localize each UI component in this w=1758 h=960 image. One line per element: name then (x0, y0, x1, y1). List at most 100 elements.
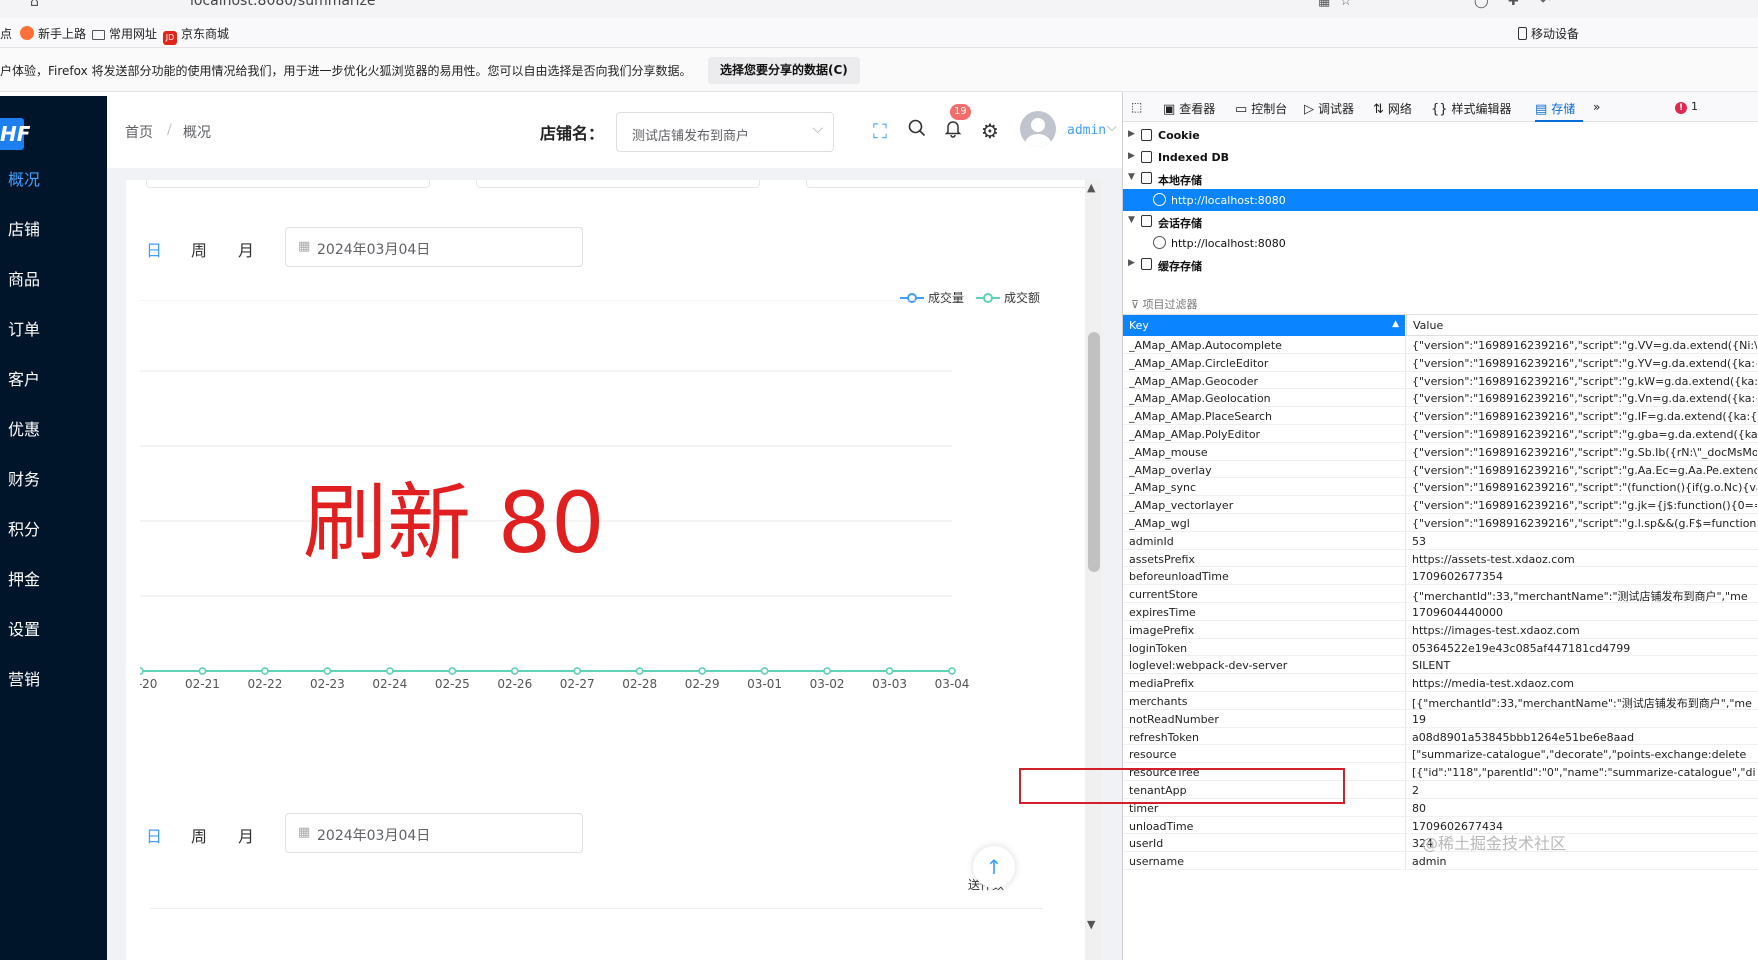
table-row[interactable]: _AMap_AMap.CircleEditor {"version":"16989… (1123, 353, 1758, 372)
table-row[interactable]: currentStore {"merchantId":33,"merchantNa… (1123, 585, 1758, 603)
tree-item-session-storage[interactable]: ▼ 会话存储 (1123, 210, 1758, 232)
sidebar-item-marketing[interactable]: 营销 (8, 666, 40, 690)
data-point (885, 667, 894, 675)
table-row[interactable]: loglevel:webpack-dev-server SILENT (1123, 656, 1758, 675)
table-row[interactable]: _AMap_vectorlayer {"version":"16989162392… (1123, 496, 1758, 514)
tab-inspector[interactable]: ▣ 查看器 (1163, 100, 1215, 117)
period-week-tab[interactable]: 周 (191, 823, 207, 847)
table-row[interactable]: username admin (1123, 852, 1758, 870)
inspector-icon: ▣ (1163, 102, 1176, 117)
table-row[interactable]: beforeunloadTime 1709602677354 (1123, 567, 1758, 586)
date-picker[interactable]: ▦ 2024年03月04日 (285, 813, 583, 853)
bookmark-folder[interactable]: 常用网址 (92, 25, 157, 42)
account-icon[interactable]: ◯ (1474, 0, 1489, 9)
table-row[interactable]: adminId 53 (1123, 531, 1758, 550)
sidebar-item-store[interactable]: 店铺 (8, 216, 40, 240)
more-tabs-icon[interactable]: » (1593, 100, 1600, 114)
column-divider (1405, 496, 1406, 513)
url-field[interactable]: localhost:8080/summarize (190, 0, 376, 9)
bell-icon[interactable] (939, 117, 967, 145)
tab-style-editor[interactable]: {} 样式编辑器 (1431, 100, 1512, 117)
bookmark-item[interactable]: 点 (0, 25, 12, 42)
sidebar-item-settings[interactable]: 设置 (8, 616, 40, 640)
table-row[interactable]: _AMap_AMap.Geolocation {"version":"169891… (1123, 389, 1758, 408)
sidebar-item-goods[interactable]: 商品 (8, 266, 40, 290)
table-row[interactable]: loginToken 05364522e19e43c085af447181cd47… (1123, 638, 1758, 657)
period-month-tab[interactable]: 月 (238, 237, 254, 261)
table-row[interactable]: _AMap_overlay {"version":"1698916239216",… (1123, 460, 1758, 479)
active-tab-indicator (1535, 120, 1583, 122)
back-to-top-button[interactable]: ↑ (973, 846, 1015, 888)
scroll-up-arrow[interactable]: ▲ (1087, 181, 1095, 194)
chevron-down-icon[interactable]: ⌵ (1107, 120, 1117, 135)
sidebar-item-discounts[interactable]: 优惠 (8, 416, 40, 440)
table-row[interactable]: _AMap_AMap.PolyEditor {"version":"1698916… (1123, 424, 1758, 443)
breadcrumb-home[interactable]: 首页 (125, 122, 153, 142)
tree-item-local-storage[interactable]: ▼ 本地存储 (1123, 167, 1758, 189)
item-filter-input[interactable]: ⊽ 项目过滤器 (1131, 296, 1198, 312)
table-row[interactable]: imagePrefix https://images-test.xdaoz.com (1123, 620, 1758, 639)
table-row[interactable]: refreshToken a08d8901a53845bbb1264e51be6e… (1123, 727, 1758, 746)
data-point (511, 667, 519, 675)
qr-icon[interactable]: ▦ (1318, 0, 1330, 9)
tab-debugger[interactable]: ▷ 调试器 (1304, 100, 1354, 117)
table-row[interactable]: notReadNumber 19 (1123, 709, 1758, 728)
home-icon[interactable]: ⌂ (30, 0, 39, 10)
table-row[interactable]: _AMap_AMap.Autocomplete {"version":"16989… (1123, 336, 1758, 354)
tab-console[interactable]: ▭ 控制台 (1235, 100, 1287, 117)
pick-element-icon[interactable]: ⬚ (1131, 100, 1142, 114)
scroll-down-arrow[interactable]: ▼ (1087, 918, 1095, 931)
back-icon[interactable]: ↶ (1540, 0, 1551, 9)
row-key: merchants (1129, 694, 1188, 708)
sidebar-item-deposit[interactable]: 押金 (8, 566, 40, 590)
column-header-value[interactable]: Value (1406, 315, 1449, 336)
sidebar-item-finance[interactable]: 财务 (8, 466, 40, 490)
error-counter[interactable]: ! 1 (1675, 100, 1698, 114)
column-header-key[interactable]: Key ▲ (1123, 315, 1405, 336)
period-day-tab[interactable]: 日 (146, 823, 162, 847)
sidebar-item-customers[interactable]: 客户 (8, 366, 40, 390)
bookmark-firefox[interactable]: 新手上路 (20, 25, 86, 42)
table-row[interactable]: merchants [{"merchantId":33,"merchantName… (1123, 691, 1758, 710)
x-tick-label: 02-29 (685, 677, 720, 691)
tree-item-cookie[interactable]: ▶ Cookie (1123, 124, 1758, 146)
period-day-tab[interactable]: 日 (146, 237, 162, 261)
gear-icon[interactable]: ⚙ (976, 117, 1004, 145)
date-picker[interactable]: ▦ 2024年03月04日 (285, 227, 583, 267)
sidebar-item-points[interactable]: 积分 (8, 516, 40, 540)
mobile-bookmarks[interactable]: 移动设备 (1518, 25, 1579, 42)
app-header: 首页 / 概况 店铺名： 测试店铺发布到商户 ⌵ ⛶ 19 ⚙ admin ⌵ (107, 96, 1142, 168)
choose-data-button[interactable]: 选择您要分享的数据(C) (708, 57, 860, 84)
extensions-icon[interactable]: ✚ (1508, 0, 1519, 9)
fullscreen-icon[interactable]: ⛶ (866, 117, 894, 145)
table-row[interactable]: _AMap_AMap.PlaceSearch {"version":"169891… (1123, 407, 1758, 425)
period-month-tab[interactable]: 月 (238, 823, 254, 847)
sidebar-item-overview[interactable]: 概况 (8, 166, 40, 190)
table-row[interactable]: resource ["summarize-catalogue","decorate… (1123, 745, 1758, 764)
tab-storage[interactable]: ▤ 存储 (1535, 100, 1575, 117)
bookmark-jd[interactable]: JD 京东商城 (163, 25, 229, 45)
grid-line (150, 908, 1043, 909)
tab-network[interactable]: ⇅ 网络 (1373, 100, 1412, 117)
period-week-tab[interactable]: 周 (191, 237, 207, 261)
table-row[interactable]: assetsPrefix https://assets-test.xdaoz.co… (1123, 549, 1758, 568)
tree-item-cache-storage[interactable]: ▶ 缓存存储 (1123, 253, 1758, 275)
scrollbar-thumb[interactable] (1088, 332, 1100, 572)
search-icon[interactable] (903, 117, 931, 145)
bookmark-star-icon[interactable]: ☆ (1340, 0, 1352, 9)
username[interactable]: admin (1067, 123, 1106, 138)
tree-item-session-host[interactable]: http://localhost:8080 (1123, 232, 1758, 254)
sidebar-item-orders[interactable]: 订单 (8, 316, 40, 340)
shop-select[interactable]: 测试店铺发布到商户 ⌵ (616, 112, 834, 152)
calendar-icon: ▦ (298, 239, 311, 254)
table-row[interactable]: _AMap_AMap.Geocoder {"version":"169891623… (1123, 371, 1758, 390)
table-row[interactable]: mediaPrefix https://media-test.xdaoz.com (1123, 674, 1758, 692)
table-row[interactable]: expiresTime 1709604440000 (1123, 602, 1758, 621)
tree-item-local-host[interactable]: http://localhost:8080 (1123, 189, 1758, 211)
table-row[interactable]: _AMap_sync {"version":"1698916239216","sc… (1123, 478, 1758, 497)
x-tick-label: 02-20 (140, 677, 157, 691)
table-row[interactable]: _AMap_mouse {"version":"1698916239216","s… (1123, 442, 1758, 461)
tree-item-indexeddb[interactable]: ▶ Indexed DB (1123, 146, 1758, 168)
table-row[interactable]: _AMap_wgl {"version":"1698916239216","scr… (1123, 513, 1758, 532)
avatar[interactable] (1020, 111, 1056, 147)
